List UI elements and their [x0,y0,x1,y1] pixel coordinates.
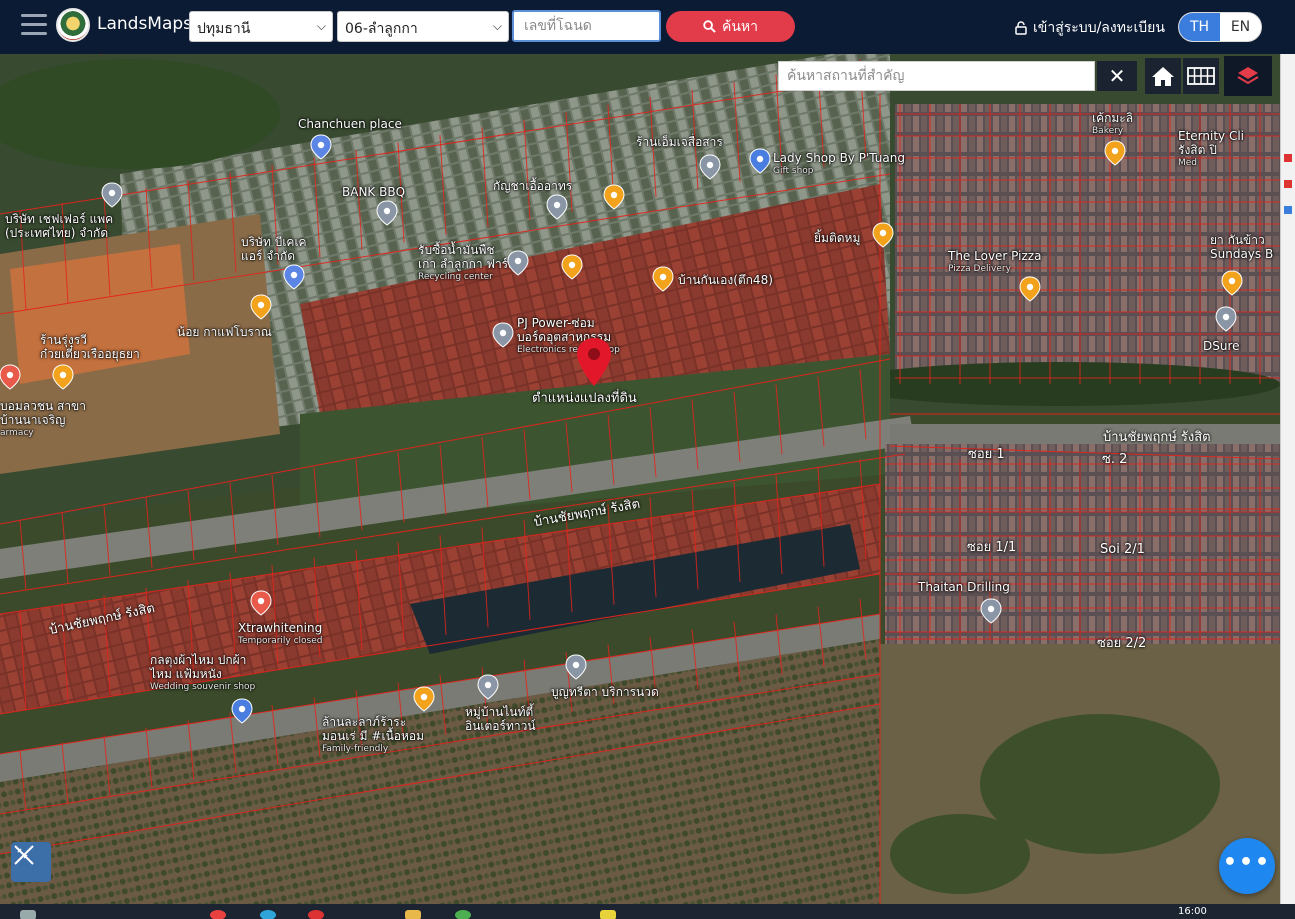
satellite-map[interactable]: บ้านชัยพฤกษ์ รังสิต บ้านชัยพฤกษ์ รังสิต … [0,54,1280,904]
place-label[interactable]: The Lover Pizza Pizza Delivery [948,249,1041,274]
search-button[interactable]: ค้นหา [666,11,795,42]
home-icon [1152,67,1174,86]
road-label: ซ. 2 [1102,452,1128,467]
lock-icon [1015,21,1027,35]
road-label: ซอย 1/1 [967,540,1017,555]
district-select-value: 06-ลำลูกกา [345,21,418,37]
app-icon[interactable] [455,910,471,919]
place-label[interactable]: ยา กันข้าว Sundays B [1210,233,1273,262]
place-label[interactable]: DSure [1203,339,1240,354]
road-label: Soi 2/1 [1100,542,1145,557]
road-label: บ้านชัยพฤกษ์ รังสิต [1103,430,1211,445]
lang-th-button[interactable]: TH [1179,13,1220,41]
place-label[interactable]: บ้านกันเอง(ตึก48) [678,273,773,288]
app-icon[interactable] [210,910,226,919]
place-label[interactable]: บริษัท เชฟเฟอร์ แพค (ประเทศไทย) จำกัด [5,212,113,241]
edge-marker [1284,206,1292,214]
taskbar-clock: 16:00 [1178,906,1207,917]
app-icon[interactable] [600,910,616,919]
menu-icon[interactable] [21,14,47,36]
province-select[interactable]: ปทุมธานี ⌵ [189,11,333,42]
landsmaps-logo[interactable] [56,8,90,42]
place-label[interactable]: Xtrawhitening Temporarily closed [238,621,323,646]
place-label[interactable]: Lady Shop By P'Tuang Gift shop [773,151,905,176]
login-link[interactable]: เข้าสู่ระบบ/ลงทะเบียน [1015,17,1165,39]
more-dots-icon: ••• [1222,849,1272,875]
search-button-label: ค้นหา [721,18,759,35]
app-icon[interactable] [260,910,276,919]
home-button[interactable] [1145,58,1181,94]
ruler-pencil-icon [14,845,34,865]
place-label[interactable]: กัญชาเอื้ออาทร [493,179,572,194]
draw-tool-button[interactable] [11,842,51,882]
edge-marker [1284,154,1292,162]
search-icon [703,20,716,33]
province-select-value: ปทุมธานี [197,21,251,37]
folder-icon[interactable] [405,910,421,919]
language-toggle: TH EN [1178,12,1262,42]
place-label[interactable]: น้อย กาแฟโบราณ [177,325,272,340]
road-label: ซอย 2/2 [1097,636,1147,651]
place-label[interactable]: Eternity Cli รังสิต ปิ Med [1178,129,1244,168]
deed-number-input[interactable] [512,10,661,42]
close-icon: ✕ [1108,64,1126,88]
place-label[interactable]: บอมลวชน สาขา บ้านนาเจริญ armacy [0,399,86,438]
place-label[interactable]: Thaitan Drilling [918,580,1010,595]
right-side-panel-edge[interactable] [1280,54,1295,904]
place-label[interactable]: กลตุงผ้าไหม ปกผ้า ไหม แฟ้มหนัง Wedding sou… [150,653,255,692]
place-search-input[interactable] [778,61,1095,91]
place-label[interactable]: บูญทรีตา บริการนวด [551,685,659,700]
login-label: เข้าสู่ระบบ/ลงทะเบียน [1033,20,1165,36]
grid-toggle-button[interactable] [1183,58,1219,94]
more-options-button[interactable]: ••• [1219,838,1275,894]
close-search-button[interactable]: ✕ [1097,61,1137,91]
top-navbar: LandsMaps ปทุมธานี ⌵ 06-ลำลูกกา ⌵ ค้นหา … [0,0,1295,54]
place-label[interactable]: หมู่บ้านไนท์ตี้ อินเตอร์ทาวน์ [465,705,536,734]
start-icon[interactable] [20,910,36,919]
layers-icon [1237,67,1259,85]
place-label[interactable]: Chanchuen place [298,117,402,132]
browser-icon[interactable] [308,910,324,919]
brand-name: LandsMaps [97,14,193,34]
place-label[interactable]: บริษัท บีเคเค แอร์ จำกัด [241,235,307,264]
parcel-marker-label: ตำแหน่งแปลงที่ดิน [532,391,637,406]
place-label[interactable]: BANK BBQ [342,185,405,200]
lang-en-button[interactable]: EN [1220,13,1261,41]
place-label[interactable]: ยิ้มติดหมู [814,231,860,246]
parcel-location-pin-icon[interactable] [577,338,611,386]
os-taskbar: 16:00 [0,904,1295,919]
district-select[interactable]: 06-ลำลูกกา ⌵ [337,11,509,42]
place-label[interactable]: ร้านเอ็มเจสื่อสาร [636,135,723,150]
chevron-down-icon: ⌵ [316,19,326,33]
layers-button[interactable] [1224,56,1272,96]
map-canvas [0,54,1280,904]
chevron-down-icon: ⌵ [492,19,502,33]
place-label[interactable]: ล้านละลาภ์ร้าระ มอนเร่ มี #เนื้อหอม Family… [322,715,424,754]
place-label[interactable]: เค้กมะลิ Bakery [1092,111,1133,136]
place-label[interactable]: รับซื้อน้ำมันพืช เก่า ลำลูกกา ฟาร์ม Recycl… [418,243,516,282]
road-label: ซอย 1 [968,447,1005,462]
grid-icon [1187,67,1215,85]
edge-marker [1284,180,1292,188]
place-label[interactable]: ร้านรุ่งรวี ก๋วยเตี๋ยวเรืออยุธยา [40,333,140,362]
